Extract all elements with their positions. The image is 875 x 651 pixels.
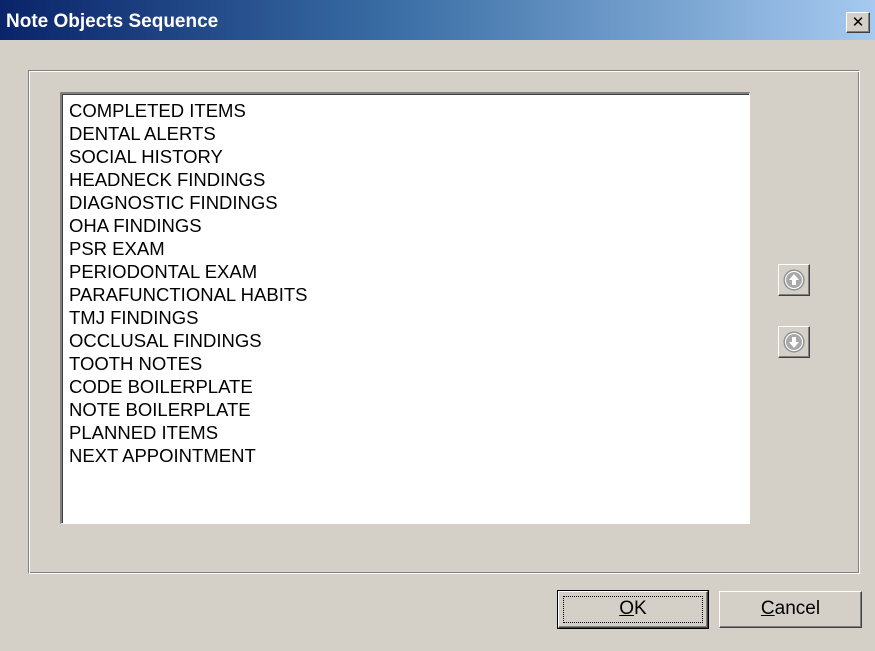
list-item[interactable]: COMPLETED ITEMS	[69, 99, 749, 122]
list-item[interactable]: NOTE BOILERPLATE	[69, 398, 749, 421]
list-item[interactable]: DENTAL ALERTS	[69, 122, 749, 145]
ok-label-rest: K	[634, 598, 647, 619]
list-item[interactable]: NEXT APPOINTMENT	[69, 444, 749, 467]
arrow-down-circle-icon	[783, 331, 805, 353]
list-item[interactable]: SOCIAL HISTORY	[69, 145, 749, 168]
ok-mnemonic: O	[619, 598, 635, 619]
list-item[interactable]: TMJ FINDINGS	[69, 306, 749, 329]
title-bar[interactable]: Note Objects Sequence ✕	[0, 0, 875, 40]
move-down-button[interactable]	[778, 326, 810, 358]
note-objects-listbox[interactable]: COMPLETED ITEMS DENTAL ALERTS SOCIAL HISTO…	[60, 92, 750, 524]
list-item[interactable]: DIAGNOSTIC FINDINGS	[69, 191, 749, 214]
ok-button-label: OK	[619, 598, 646, 619]
close-button[interactable]: ✕	[846, 12, 870, 33]
cancel-label-rest: ancel	[774, 598, 821, 619]
arrow-up-circle-icon	[783, 269, 805, 291]
list-item[interactable]: OCCLUSAL FINDINGS	[69, 329, 749, 352]
list-item[interactable]: OHA FINDINGS	[69, 214, 749, 237]
cancel-button[interactable]: Cancel	[719, 591, 862, 628]
note-objects-sequence-dialog: Note Objects Sequence ✕ COMPLETED ITEMS D…	[0, 0, 875, 651]
window-title: Note Objects Sequence	[6, 11, 219, 32]
list-item[interactable]: CODE BOILERPLATE	[69, 375, 749, 398]
list-item[interactable]: PARAFUNCTIONAL HABITS	[69, 283, 749, 306]
list-item[interactable]: TOOTH NOTES	[69, 352, 749, 375]
cancel-mnemonic: C	[760, 598, 775, 619]
list-item[interactable]: HEADNECK FINDINGS	[69, 168, 749, 191]
list-item[interactable]: PLANNED ITEMS	[69, 421, 749, 444]
close-icon: ✕	[851, 13, 865, 31]
cancel-button-label: Cancel	[761, 598, 820, 619]
list-item[interactable]: PERIODONTAL EXAM	[69, 260, 749, 283]
ok-button[interactable]: OK	[557, 590, 709, 629]
list-item[interactable]: PSR EXAM	[69, 237, 749, 260]
move-up-button[interactable]	[778, 264, 810, 296]
